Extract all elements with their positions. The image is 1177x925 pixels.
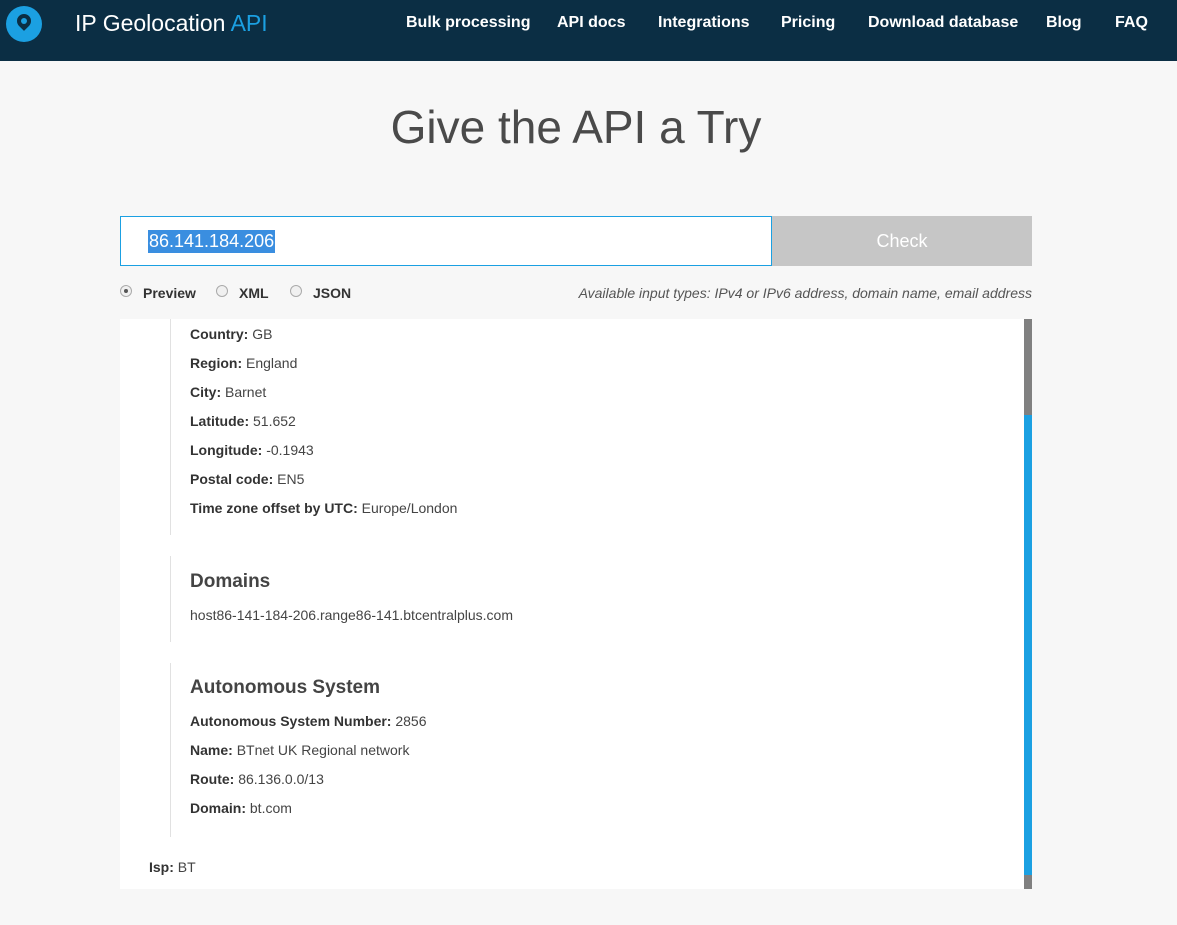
- nav-integrations[interactable]: Integrations: [658, 14, 750, 32]
- radio-json-label[interactable]: JSON: [313, 285, 351, 301]
- as-group-divider: [170, 663, 171, 837]
- ip-address-input[interactable]: 86.141.184.206: [120, 216, 772, 266]
- location-row-region: Region: England: [190, 355, 298, 371]
- location-row-latitude: Latitude: 51.652: [190, 413, 296, 429]
- as-heading: Autonomous System: [190, 677, 381, 698]
- nav-pricing[interactable]: Pricing: [781, 14, 835, 32]
- pin-dot: [21, 18, 27, 24]
- location-row-time-zone: Time zone offset by UTC: Europe/London: [190, 500, 458, 516]
- radio-xml-label[interactable]: XML: [239, 285, 269, 301]
- domain-item: host86-141-184-206.range86-141.btcentral…: [190, 607, 513, 623]
- radio-preview-label[interactable]: Preview: [143, 285, 196, 301]
- as-row-route: Route: 86.136.0.0/13: [190, 771, 324, 787]
- nav-bulk-processing[interactable]: Bulk processing: [406, 14, 530, 32]
- top-navigation-bar: IP Geolocation API Bulk processing API d…: [0, 0, 1177, 61]
- location-row-longitude: Longitude: -0.1943: [190, 442, 314, 458]
- radio-json[interactable]: [290, 285, 302, 297]
- brand-name[interactable]: IP Geolocation API: [75, 10, 268, 37]
- nav-faq[interactable]: FAQ: [1115, 14, 1148, 32]
- location-group-divider: [170, 319, 171, 535]
- ip-input-value: 86.141.184.206: [148, 230, 276, 253]
- input-types-hint: Available input types: IPv4 or IPv6 addr…: [578, 285, 1032, 301]
- radio-preview[interactable]: [120, 285, 132, 297]
- check-button[interactable]: Check: [772, 216, 1032, 266]
- location-row-country: Country: GB: [190, 326, 273, 342]
- as-row-name: Name: BTnet UK Regional network: [190, 742, 410, 758]
- as-row-number: Autonomous System Number: 2856: [190, 713, 427, 729]
- location-row-postal-code: Postal code: EN5: [190, 471, 305, 487]
- page-title: Give the API a Try: [390, 101, 762, 153]
- domains-group-divider: [170, 556, 171, 642]
- location-pin-logo-icon[interactable]: [6, 6, 42, 42]
- result-preview-panel: Country: GB Region: England City: Barnet…: [120, 319, 1032, 889]
- nav-download-database[interactable]: Download database: [868, 14, 1018, 32]
- isp-row: Isp: BT: [149, 859, 196, 875]
- brand-main: IP Geolocation: [75, 10, 226, 36]
- nav-blog[interactable]: Blog: [1046, 14, 1082, 32]
- scrollbar-thumb[interactable]: [1024, 415, 1032, 875]
- brand-accent: API: [230, 10, 268, 36]
- location-row-city: City: Barnet: [190, 384, 267, 400]
- domains-heading: Domains: [190, 571, 271, 592]
- as-row-domain: Domain: bt.com: [190, 800, 292, 816]
- radio-xml[interactable]: [216, 285, 228, 297]
- nav-api-docs[interactable]: API docs: [557, 14, 625, 32]
